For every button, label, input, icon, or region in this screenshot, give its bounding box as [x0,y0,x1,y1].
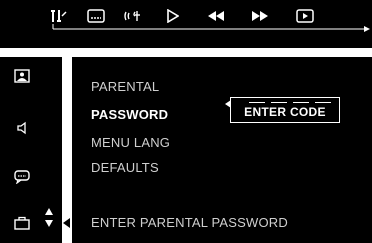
menu-item-defaults[interactable]: DEFAULTS [91,160,159,175]
code-entry-box[interactable]: ENTER CODE [230,97,340,123]
left-arrow-icon [63,218,70,228]
fast-forward-icon[interactable] [250,8,270,24]
toolbar-connector-line [52,24,370,32]
speaker-icon[interactable] [10,116,34,140]
play-icon[interactable] [162,8,182,24]
settings-icon[interactable] [49,8,69,24]
subtitle-icon[interactable] [86,8,106,24]
rewind-icon[interactable] [206,8,226,24]
top-toolbar [0,0,372,48]
display-icon[interactable] [295,8,315,24]
main-panel: PARENTAL PASSWORD MENU LANG DEFAULTS ENT… [72,57,372,243]
status-message: ENTER PARENTAL PASSWORD [91,215,288,230]
code-entry-label: ENTER CODE [244,105,326,119]
menu-item-password[interactable]: PASSWORD [91,107,168,122]
updown-arrow-icon[interactable] [44,207,54,229]
picture-icon[interactable] [10,64,34,88]
briefcase-icon[interactable] [10,211,34,235]
chat-icon[interactable] [10,165,34,189]
menu-item-menu-lang[interactable]: MENU LANG [91,135,170,150]
divider-strip [62,57,72,243]
audio-icon[interactable] [124,8,144,24]
menu-item-parental[interactable]: PARENTAL [91,79,159,94]
